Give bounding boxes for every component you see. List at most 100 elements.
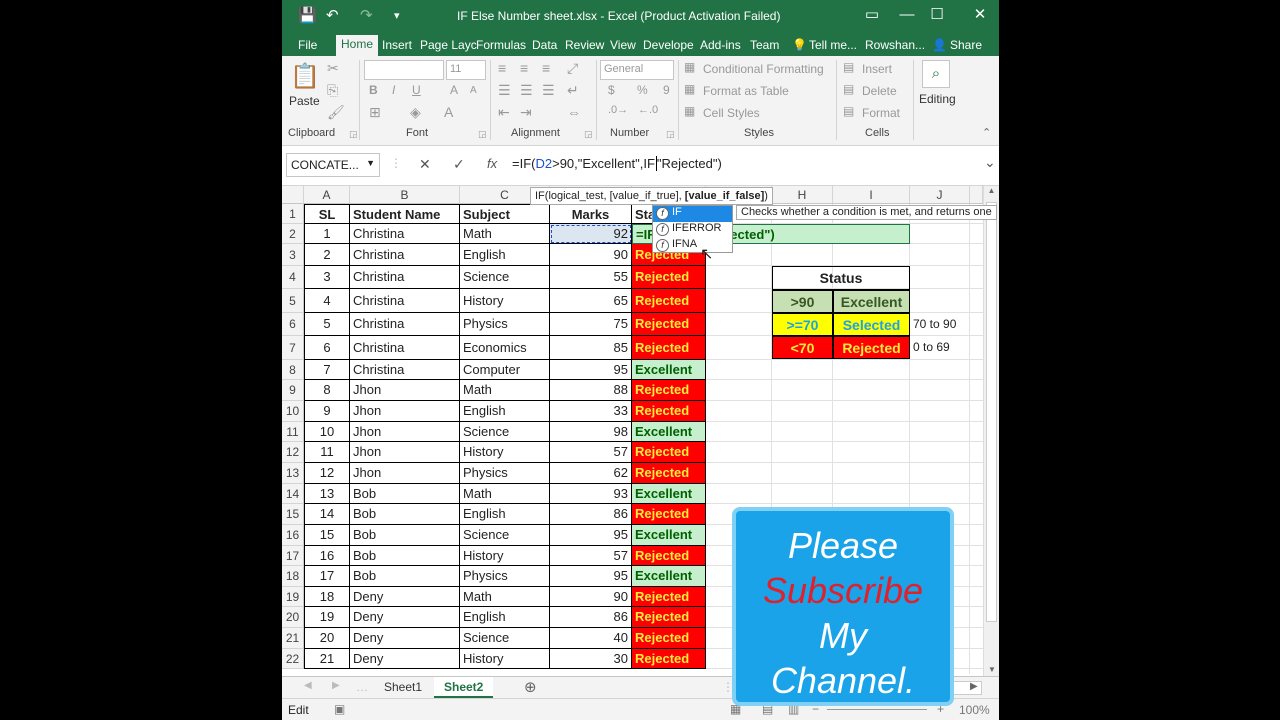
currency-button[interactable]: $ <box>608 83 615 97</box>
autocomplete-item-ifna[interactable]: f IFNA <box>653 238 732 254</box>
cell-sl[interactable]: 2 <box>304 244 350 266</box>
align-left-icon[interactable]: ☰ <box>498 82 511 99</box>
row-header[interactable]: 12 <box>282 442 304 463</box>
row-header[interactable]: 1 <box>282 204 304 224</box>
cell-name[interactable]: Bob <box>350 484 460 504</box>
cell-status[interactable]: Rejected <box>632 401 706 422</box>
ribbon-display-icon[interactable]: ▭ <box>857 4 887 26</box>
cell-status[interactable]: Excellent <box>632 484 706 504</box>
row-header[interactable]: 13 <box>282 463 304 484</box>
scroll-right-icon[interactable]: ▶ <box>970 681 978 692</box>
cell-name[interactable]: Jhon <box>350 422 460 442</box>
cell-sl[interactable]: 19 <box>304 607 350 628</box>
cell-sl[interactable]: 14 <box>304 504 350 525</box>
cell-name[interactable]: Deny <box>350 628 460 649</box>
cell-subject[interactable]: Science <box>460 628 550 649</box>
alignment-launcher-icon[interactable]: ◲ <box>584 129 593 140</box>
cell-marks[interactable]: 30 <box>550 649 632 669</box>
cell-name[interactable]: Bob <box>350 504 460 525</box>
cell-subject[interactable]: Science <box>460 266 550 289</box>
paste-button[interactable]: Paste <box>289 94 320 108</box>
row-header[interactable]: 6 <box>282 313 304 336</box>
italic-button[interactable]: I <box>392 83 395 97</box>
cell-status[interactable]: Excellent <box>632 422 706 442</box>
decrease-decimal-icon[interactable]: ←.0 <box>638 104 658 116</box>
number-launcher-icon[interactable]: ◲ <box>666 129 675 140</box>
format-button[interactable]: Format <box>862 106 900 120</box>
cancel-entry-button[interactable]: ✕ <box>419 156 431 173</box>
zoom-slider[interactable] <box>827 709 927 710</box>
scroll-up-icon[interactable]: ▲ <box>984 186 999 195</box>
cell-marks[interactable]: 62 <box>550 463 632 484</box>
share-icon[interactable]: 👤 <box>932 36 947 56</box>
top-align-icon[interactable]: ≡ <box>498 60 506 76</box>
row-header[interactable]: 3 <box>282 244 304 266</box>
cell-marks[interactable]: 40 <box>550 628 632 649</box>
cell-marks[interactable]: 86 <box>550 607 632 628</box>
cell-styles-button[interactable]: Cell Styles <box>703 106 760 120</box>
row-header[interactable]: 20 <box>282 607 304 628</box>
column-header-b[interactable]: B <box>350 186 460 204</box>
cell-sl[interactable]: 16 <box>304 546 350 566</box>
minimize-button[interactable]: — <box>892 4 922 26</box>
bottom-align-icon[interactable]: ≡ <box>542 60 550 76</box>
cell-sl[interactable]: 8 <box>304 380 350 401</box>
decrease-indent-icon[interactable]: ⇤ <box>498 104 510 121</box>
cell-name[interactable]: Bob <box>350 546 460 566</box>
cell-name[interactable]: Christina <box>350 224 460 244</box>
undo-icon[interactable]: ↶ <box>326 6 339 24</box>
cell-marks[interactable]: 65 <box>550 289 632 313</box>
header-cell-name[interactable]: Student Name <box>350 204 460 224</box>
row-header[interactable]: 21 <box>282 628 304 649</box>
increase-indent-icon[interactable]: ⇥ <box>520 104 532 121</box>
header-cell-subject[interactable]: Subject <box>460 204 550 224</box>
tab-add-ins[interactable]: Add-ins <box>700 36 741 56</box>
cell-status[interactable]: Rejected <box>632 587 706 607</box>
header-cell-sl[interactable]: SL <box>304 204 350 224</box>
cell-marks[interactable]: 55 <box>550 266 632 289</box>
cell-name[interactable]: Christina <box>350 313 460 336</box>
function-autocomplete-list[interactable]: f IF f IFERROR f IFNA <box>652 205 733 253</box>
cell-status[interactable]: Rejected <box>632 649 706 669</box>
column-header-h[interactable]: H <box>772 186 833 204</box>
tab-review[interactable]: Review <box>565 36 604 56</box>
wrap-text-icon[interactable]: ↵ <box>567 82 579 99</box>
row-header[interactable]: 11 <box>282 422 304 442</box>
cell-name[interactable]: Deny <box>350 587 460 607</box>
orientation-icon[interactable]: ⤢ <box>567 60 578 77</box>
sheet-tab-sheet2[interactable]: Sheet2 <box>434 677 494 698</box>
cell-subject[interactable]: History <box>460 442 550 463</box>
copy-icon[interactable]: ⎘ <box>327 82 338 99</box>
align-center-icon[interactable]: ☰ <box>520 82 533 99</box>
cell-status[interactable]: Excellent <box>632 566 706 587</box>
row-header[interactable]: 2 <box>282 224 304 244</box>
customize-qat-icon[interactable]: ▾ <box>394 9 400 22</box>
insert-button[interactable]: Insert <box>862 62 892 76</box>
close-button[interactable]: ✕ <box>965 4 995 26</box>
scrollbar-thumb[interactable] <box>986 202 997 622</box>
font-color-icon[interactable]: A <box>444 104 453 120</box>
cell-subject[interactable]: Math <box>460 224 550 244</box>
paste-icon[interactable]: 📋 <box>290 62 320 91</box>
cell-subject[interactable]: English <box>460 607 550 628</box>
grow-font-button[interactable]: A <box>450 83 458 97</box>
cell-name[interactable]: Jhon <box>350 380 460 401</box>
more-sheets-icon[interactable]: … <box>356 680 368 694</box>
cell-subject[interactable]: Science <box>460 525 550 546</box>
cell-subject[interactable]: Math <box>460 587 550 607</box>
cell-marks[interactable]: 98 <box>550 422 632 442</box>
cell-sl[interactable]: 18 <box>304 587 350 607</box>
cell-marks[interactable]: 95 <box>550 566 632 587</box>
tab-insert[interactable]: Insert <box>382 36 412 56</box>
enter-entry-button[interactable]: ✓ <box>453 156 465 173</box>
cell-sl[interactable]: 5 <box>304 313 350 336</box>
select-all-corner[interactable] <box>282 186 304 204</box>
row-header[interactable]: 14 <box>282 484 304 504</box>
font-size-box[interactable]: 11 <box>446 60 486 80</box>
tab-team[interactable]: Team <box>750 36 779 56</box>
middle-align-icon[interactable]: ≡ <box>520 60 528 76</box>
editing-button[interactable]: Editing <box>919 92 956 106</box>
account-name[interactable]: Rowshan... <box>865 36 925 56</box>
column-header-j[interactable]: J <box>910 186 970 204</box>
cell-status[interactable]: Rejected <box>632 266 706 289</box>
